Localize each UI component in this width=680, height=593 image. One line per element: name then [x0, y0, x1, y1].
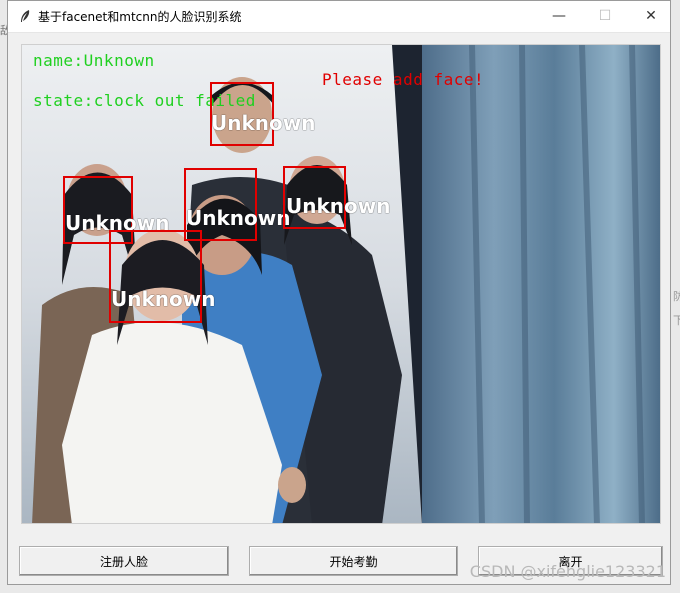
- face-label: Unknown: [211, 111, 316, 135]
- camera-feed: name:Unknown state:clock out failed Plea…: [21, 44, 661, 524]
- add-face-prompt-text: Please add face!: [322, 70, 485, 89]
- background-window-edge-left: 敌: [0, 24, 11, 37]
- face-label: Unknown: [111, 287, 216, 311]
- minimize-button[interactable]: —: [536, 1, 582, 31]
- title-bar[interactable]: 基于facenet和mtcnn的人脸识别系统 — ☐ ✕: [8, 1, 670, 33]
- feather-icon: [21, 10, 30, 22]
- close-button[interactable]: ✕: [628, 1, 674, 31]
- start-attendance-button[interactable]: 开始考勤: [249, 546, 458, 576]
- register-face-button[interactable]: 注册人脸: [19, 546, 229, 576]
- background-window-edge-right-2: 下: [673, 314, 680, 327]
- face-label: Unknown: [286, 194, 391, 218]
- maximize-button[interactable]: ☐: [582, 1, 628, 31]
- csdn-watermark: CSDN @xifenglie123321: [469, 562, 666, 581]
- recognized-name-text: name:Unknown: [33, 51, 155, 70]
- app-window: 基于facenet和mtcnn的人脸识别系统 — ☐ ✕ name:Unknow…: [7, 0, 671, 585]
- window-title: 基于facenet和mtcnn的人脸识别系统: [38, 10, 242, 24]
- background-window-edge-right-1: 防: [673, 290, 680, 303]
- face-label: Unknown: [186, 206, 291, 230]
